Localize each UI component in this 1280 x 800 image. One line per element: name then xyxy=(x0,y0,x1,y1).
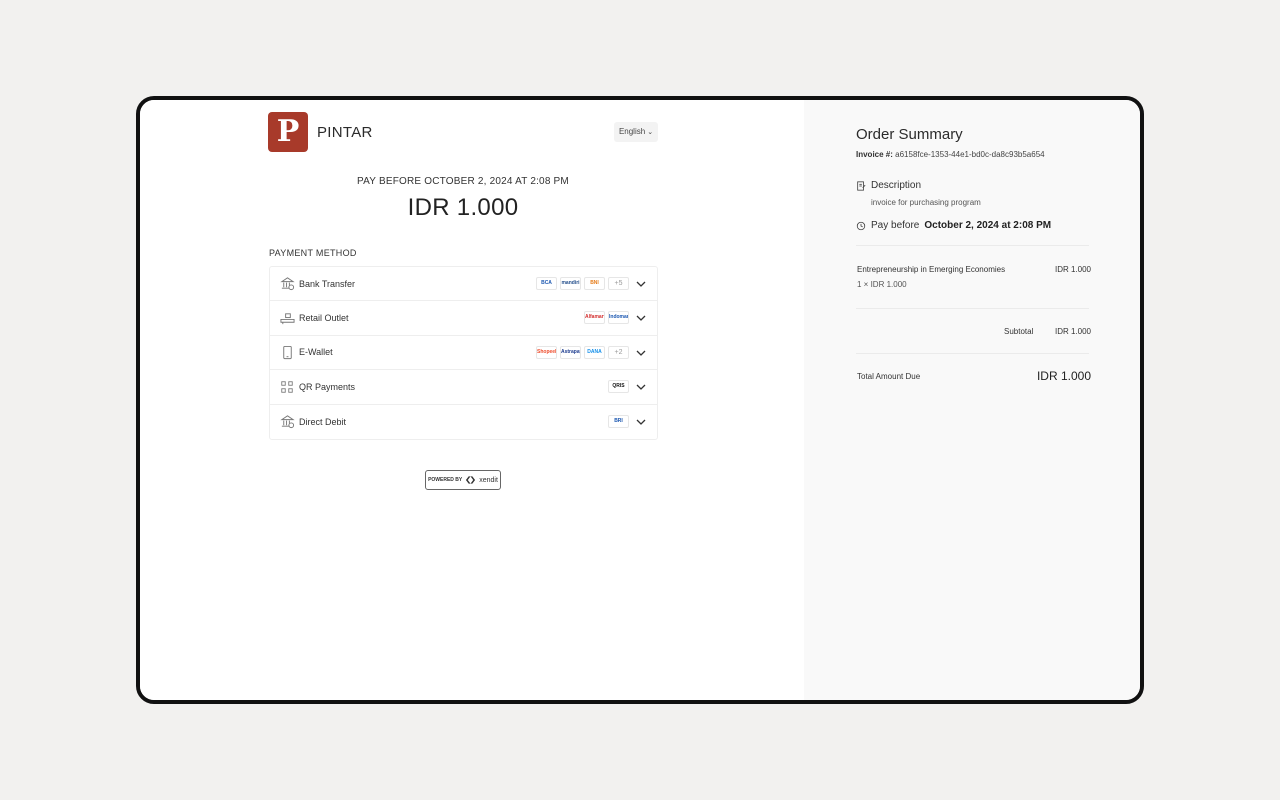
mandiri-logo: mandiri xyxy=(560,277,581,290)
divider xyxy=(856,308,1089,309)
document-icon xyxy=(857,180,866,191)
bri-logo: BRI xyxy=(608,414,629,428)
payment-panel: P PINTAR English ⌄ PAY BEFORE OCTOBER 2, … xyxy=(140,100,804,700)
store-icon xyxy=(279,310,295,326)
brand-logo: P xyxy=(268,112,308,152)
more-banks-badge: +5 xyxy=(608,277,629,290)
method-direct-debit[interactable]: Direct Debit BRI xyxy=(270,405,657,439)
method-label: QR Payments xyxy=(299,381,356,392)
dana-logo: DANA xyxy=(584,345,605,359)
bank-icon xyxy=(279,414,295,430)
item-price: IDR 1.000 xyxy=(1054,265,1091,274)
shopeepay-logo: ShopeePay xyxy=(536,345,557,359)
total-label: Total Amount Due xyxy=(857,372,921,381)
alfamart-logo: Alfamart xyxy=(584,311,605,325)
qr-logos: QRIS xyxy=(608,380,629,394)
retail-logos: Alfamart Indomaret xyxy=(584,311,629,325)
bank-logos: BCA mandiri BNI +5 xyxy=(536,277,629,290)
bni-logo: BNI xyxy=(584,277,605,290)
description-heading: Description xyxy=(856,180,921,191)
method-label: Direct Debit xyxy=(299,416,347,427)
item-name: Entrepreneurship in Emerging Economies xyxy=(857,265,1006,274)
bank-icon xyxy=(279,276,295,292)
method-bank-transfer[interactable]: Bank Transfer BCA mandiri BNI +5 xyxy=(270,267,657,302)
pay-before-notice: PAY BEFORE OCTOBER 2, 2024 AT 2:08 PM xyxy=(357,176,569,187)
method-qr-payments[interactable]: QR Payments QRIS xyxy=(270,370,657,405)
chevron-down-icon[interactable] xyxy=(635,381,647,393)
divider xyxy=(856,353,1089,354)
method-retail-outlet[interactable]: Retail Outlet Alfamart Indomaret xyxy=(270,301,657,336)
order-summary-title: Order Summary xyxy=(856,126,963,143)
method-e-wallet[interactable]: E-Wallet ShopeePay Astrapay DANA +2 xyxy=(270,336,657,371)
debit-logos: BRI xyxy=(608,414,629,428)
chevron-down-icon[interactable] xyxy=(635,278,647,290)
more-ewallets-badge: +2 xyxy=(608,345,629,359)
invoice-label: Invoice #: xyxy=(856,150,893,159)
item-quantity: 1 × IDR 1.000 xyxy=(857,280,907,289)
description-text: invoice for purchasing program xyxy=(871,198,981,207)
invoice-id: a6158fce-1353-44e1-bd0c-da8c93b5a654 xyxy=(895,150,1045,159)
qris-logo: QRIS xyxy=(608,380,629,394)
chevron-down-icon[interactable] xyxy=(635,347,647,359)
invoice-number: Invoice #: a6158fce-1353-44e1-bd0c-da8c9… xyxy=(856,150,1045,159)
method-label: Retail Outlet xyxy=(299,313,349,324)
total-value: IDR 1.000 xyxy=(1036,369,1091,383)
powered-by-badge[interactable]: POWERED BY xendit xyxy=(425,470,501,490)
amount-due: IDR 1.000 xyxy=(407,194,519,221)
chevron-down-icon[interactable] xyxy=(635,312,647,324)
brand-name: PINTAR xyxy=(317,124,373,141)
pay-before-prefix: Pay before xyxy=(871,220,920,231)
divider xyxy=(856,245,1089,246)
qr-code-icon xyxy=(279,379,295,395)
pay-before-row: Pay before October 2, 2024 at 2:08 PM xyxy=(856,220,1051,231)
payment-method-list: Bank Transfer BCA mandiri BNI +5 Retail … xyxy=(269,266,658,440)
chevron-down-icon[interactable] xyxy=(635,416,647,428)
indomaret-logo: Indomaret xyxy=(608,311,629,325)
chevron-down-icon: ⌄ xyxy=(647,129,654,136)
language-selector[interactable]: English ⌄ xyxy=(614,122,658,142)
description-label: Description xyxy=(871,180,922,191)
provider-name: xendit xyxy=(479,476,498,484)
subtotal-label: Subtotal xyxy=(1004,327,1034,336)
powered-by-label: POWERED BY xyxy=(428,477,463,483)
astrapay-logo: Astrapay xyxy=(560,345,581,359)
language-label: English xyxy=(618,127,646,136)
subtotal-value: IDR 1.000 xyxy=(1054,327,1091,336)
method-label: Bank Transfer xyxy=(299,278,356,289)
phone-icon xyxy=(279,344,295,360)
checkout-window: P PINTAR English ⌄ PAY BEFORE OCTOBER 2, … xyxy=(136,96,1144,704)
pay-before-date: October 2, 2024 at 2:08 PM xyxy=(924,220,1052,231)
clock-icon xyxy=(856,221,866,230)
order-summary-panel: Order Summary Invoice #: a6158fce-1353-4… xyxy=(804,100,1140,700)
payment-method-label: PAYMENT METHOD xyxy=(269,248,357,258)
bca-logo: BCA xyxy=(536,277,557,290)
method-label: E-Wallet xyxy=(299,347,333,358)
ewallet-logos: ShopeePay Astrapay DANA +2 xyxy=(536,345,629,359)
xendit-icon xyxy=(466,476,476,484)
